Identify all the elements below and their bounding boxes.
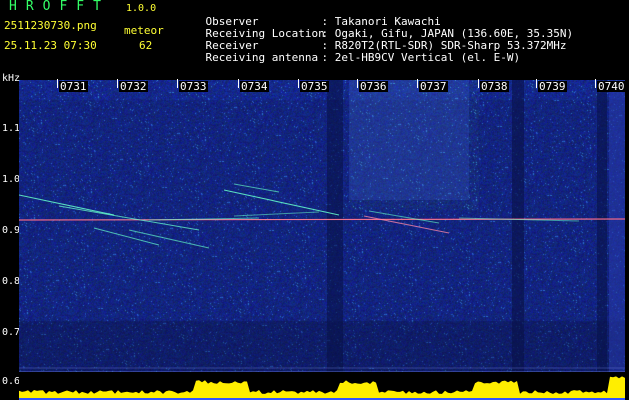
- x-tick-mark: [536, 79, 537, 88]
- meteor-trace: [233, 183, 280, 193]
- dark-band: [597, 80, 607, 372]
- x-tick-label: 0740: [597, 80, 626, 93]
- y-tick-label: 0.9: [2, 225, 21, 236]
- y-tick-label: 0.6: [2, 376, 21, 387]
- antenna-label: Receiving antenna: [205, 51, 319, 64]
- meteor-trace: [128, 229, 210, 249]
- meteor-count: 62: [139, 39, 153, 52]
- app-version: 1.0.0: [126, 3, 157, 14]
- app-title: HROFFT: [9, 0, 110, 14]
- bright-region: [349, 80, 469, 200]
- x-tick-mark: [177, 79, 178, 88]
- x-tick-label: 0733: [179, 80, 208, 93]
- frequency-unit-label: kHz: [2, 73, 21, 84]
- bright-band: [609, 80, 625, 372]
- x-tick-mark: [117, 79, 118, 88]
- x-tick-mark: [238, 79, 239, 88]
- antenna-value: : 2el-HB9CV Vertical (el. E-W): [321, 51, 521, 64]
- signal-envelope: [19, 376, 625, 400]
- x-tick-mark: [298, 79, 299, 88]
- y-tick-label: 1.0: [2, 174, 21, 185]
- meteor-trace: [58, 205, 200, 231]
- x-tick-mark: [478, 79, 479, 88]
- y-tick-label: 0.7: [2, 327, 21, 338]
- observation-datetime: 25.11.23 07:30: [4, 39, 97, 52]
- meteor-trace: [233, 211, 320, 217]
- x-tick-label: 0738: [480, 80, 509, 93]
- x-tick-label: 0734: [240, 80, 269, 93]
- meteor-trace: [223, 189, 340, 216]
- x-tick-label: 0735: [300, 80, 329, 93]
- x-tick-label: 0736: [359, 80, 388, 93]
- spectrogram-overlay: [19, 80, 625, 372]
- meteor-trace: [19, 194, 115, 216]
- x-tick-label: 0739: [538, 80, 567, 93]
- y-tick-label: 0.8: [2, 276, 21, 287]
- envelope-fill: [19, 376, 625, 399]
- image-filename: 2511230730.png: [4, 19, 97, 32]
- x-tick-mark: [595, 79, 596, 88]
- antenna-row: Receiving antenna: 2el-HB9CV Vertical (e…: [179, 40, 521, 76]
- meteor-trace: [368, 210, 440, 224]
- x-tick-mark: [417, 79, 418, 88]
- dark-band: [327, 80, 343, 372]
- x-tick-label: 0732: [119, 80, 148, 93]
- meteor-trace: [93, 227, 160, 246]
- meteor-label: meteor: [124, 24, 164, 37]
- dark-band: [512, 80, 524, 372]
- x-tick-label: 0737: [419, 80, 448, 93]
- meteor-trace: [363, 215, 450, 234]
- x-tick-label: 0731: [59, 80, 88, 93]
- x-tick-mark: [357, 79, 358, 88]
- x-tick-mark: [57, 79, 58, 88]
- hrofft-display: HROFFT 1.0.0 2511230730.png meteor 25.11…: [0, 0, 629, 400]
- y-tick-label: 1.1: [2, 123, 21, 134]
